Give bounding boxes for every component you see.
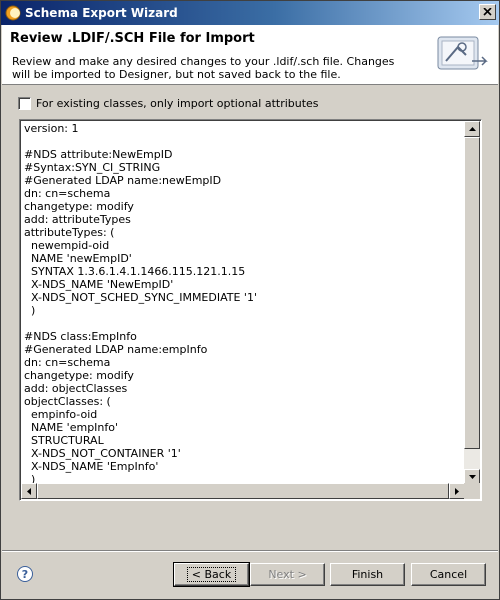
editor-line: #NDS class:EmpInfo xyxy=(24,330,137,343)
back-button-label: < Back xyxy=(186,567,237,582)
optional-attributes-option[interactable]: For existing classes, only import option… xyxy=(18,97,319,110)
editor-line: objectClasses: ( xyxy=(24,395,111,408)
editor-line: NAME 'newEmpID' xyxy=(24,252,132,265)
arrow-left-icon xyxy=(27,487,31,495)
horizontal-scroll-thumb[interactable] xyxy=(37,483,449,499)
editor-line: X-NDS_NAME 'EmpInfo' xyxy=(24,460,159,473)
editor-line: X-NDS_NOT_SCHED_SYNC_IMMEDIATE '1' xyxy=(24,291,257,304)
optional-attributes-checkbox[interactable] xyxy=(18,97,31,110)
editor-line: changetype: modify xyxy=(24,200,134,213)
vertical-scroll-thumb[interactable] xyxy=(464,137,480,449)
scroll-left-button[interactable] xyxy=(21,483,37,499)
schema-wizard-icon xyxy=(437,36,488,70)
editor-line: dn: cn=schema xyxy=(24,187,111,200)
editor-line: newempid-oid xyxy=(24,239,110,252)
arrow-right-icon xyxy=(455,487,459,495)
scrollbar-corner xyxy=(464,483,480,499)
horizontal-scrollbar[interactable] xyxy=(21,483,465,499)
editor-line: #NDS attribute:NewEmpID xyxy=(24,148,173,161)
title-bar[interactable]: Schema Export Wizard xyxy=(1,1,499,25)
scroll-up-button[interactable] xyxy=(464,121,480,137)
cancel-button[interactable]: Cancel xyxy=(411,563,486,586)
editor-line: version: 1 xyxy=(24,122,79,135)
vertical-scrollbar[interactable] xyxy=(464,121,480,485)
next-button-label: Next > xyxy=(268,568,307,581)
editor-line: add: attributeTypes xyxy=(24,213,131,226)
editor-line: changetype: modify xyxy=(24,369,134,382)
button-bar-separator xyxy=(2,550,498,552)
wizard-window: Schema Export Wizard Review .LDIF/.SCH F… xyxy=(0,0,500,600)
window-title: Schema Export Wizard xyxy=(25,6,178,20)
editor-line: SYNTAX 1.3.6.1.4.1.1466.115.121.1.15 xyxy=(24,265,246,278)
help-button[interactable]: ? xyxy=(17,566,33,582)
editor-line: add: objectClasses xyxy=(24,382,128,395)
optional-attributes-label: For existing classes, only import option… xyxy=(36,97,319,110)
editor-line: NAME 'empInfo' xyxy=(24,421,119,434)
wizard-header: Review .LDIF/.SCH File for Import Review… xyxy=(2,25,498,85)
arrow-down-icon xyxy=(468,475,476,479)
editor-line: attributeTypes: ( xyxy=(24,226,115,239)
finish-button-label: Finish xyxy=(351,568,384,581)
page-description: Review and make any desired changes to y… xyxy=(12,55,395,81)
editor-line: #Generated LDAP name:empInfo xyxy=(24,343,208,356)
editor-line: X-NDS_NAME 'NewEmpID' xyxy=(24,278,174,291)
editor-line: empinfo-oid xyxy=(24,408,98,421)
back-button[interactable]: < Back xyxy=(173,562,250,587)
editor-line: X-NDS_NOT_CONTAINER '1' xyxy=(24,447,181,460)
editor-line: dn: cn=schema xyxy=(24,356,111,369)
ldif-editor[interactable]: version: 1 #NDS attribute:NewEmpID #Syntax… xyxy=(19,119,482,501)
close-button[interactable] xyxy=(479,4,496,20)
help-icon: ? xyxy=(21,567,29,581)
arrow-up-icon xyxy=(468,127,476,131)
editor-line: #Generated LDAP name:newEmpID xyxy=(24,174,222,187)
page-title: Review .LDIF/.SCH File for Import xyxy=(10,31,255,46)
ldif-text[interactable]: version: 1 #NDS attribute:NewEmpID #Syntax… xyxy=(24,122,464,484)
cancel-button-label: Cancel xyxy=(429,568,468,581)
finish-button[interactable]: Finish xyxy=(330,563,405,586)
editor-line: #Syntax:SYN_CI_STRING xyxy=(24,161,161,174)
editor-line: ) xyxy=(24,304,36,317)
scroll-right-button[interactable] xyxy=(449,483,465,499)
close-icon xyxy=(483,8,492,16)
next-button[interactable]: Next > xyxy=(250,563,325,586)
editor-line: STRUCTURAL xyxy=(24,434,104,447)
eclipse-icon xyxy=(5,5,21,21)
